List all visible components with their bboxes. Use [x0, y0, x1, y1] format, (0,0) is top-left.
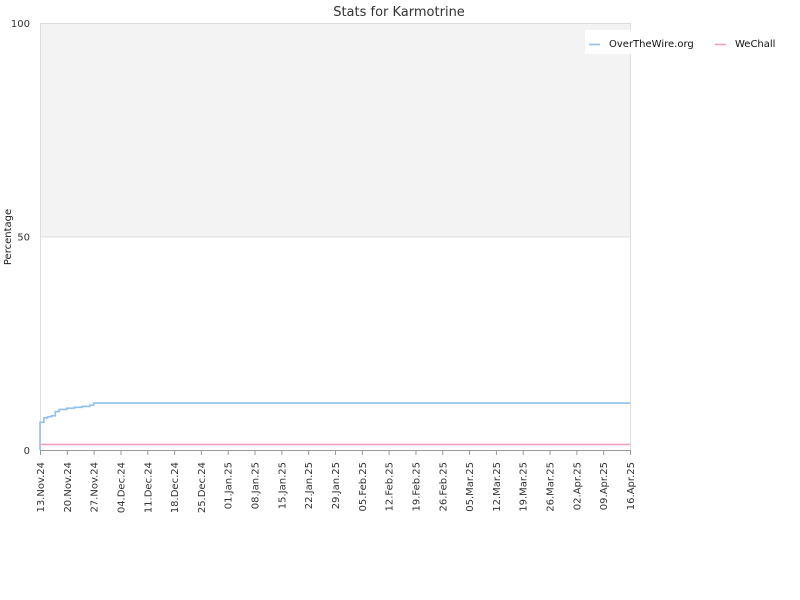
x-tick-label: 12.Mar.25	[492, 462, 503, 512]
x-tick-label: 27.Nov.24	[90, 462, 101, 513]
x-tick-label: 26.Feb.25	[438, 462, 449, 512]
x-tick-label: 04.Dec.24	[116, 462, 127, 513]
x-tick-label: 05.Mar.25	[465, 462, 476, 512]
x-tick-label: 15.Jan.25	[277, 462, 288, 509]
x-tick-label: 13.Nov.24	[36, 462, 47, 513]
y-axis-label: Percentage	[3, 209, 14, 265]
x-tick-label: 19.Mar.25	[519, 462, 530, 512]
chart: 0 50 100 13.Nov.24 20.Nov.24 27.Nov.24 04.Dec.…	[0, 0, 800, 600]
y-tick-label: 0	[24, 446, 30, 457]
chart-title: Stats for Karmotrine	[333, 5, 465, 20]
x-tick-label: 11.Dec.24	[143, 462, 154, 513]
plot-band-upper	[40, 23, 630, 237]
x-tick-label: 18.Dec.24	[170, 462, 181, 513]
x-tick-label: 20.Nov.24	[63, 462, 74, 513]
x-tick-label: 29.Jan.25	[331, 462, 342, 509]
x-tick-label: 12.Feb.25	[385, 462, 396, 512]
x-tick-label: 26.Mar.25	[546, 462, 557, 512]
x-tick-label: 01.Jan.25	[224, 462, 235, 509]
x-tick-label: 08.Jan.25	[251, 462, 262, 509]
x-tick-label: 05.Feb.25	[358, 462, 369, 512]
x-tick-label: 09.Apr.25	[599, 462, 610, 510]
y-tick-label: 50	[17, 233, 30, 244]
x-tick-label: 19.Feb.25	[411, 462, 422, 512]
legend-label: WeChall	[735, 39, 775, 50]
y-tick-label: 100	[11, 19, 30, 30]
x-tick-label: 02.Apr.25	[572, 462, 583, 510]
legend-label: OverTheWire.org	[609, 39, 694, 50]
x-tick-label: 25.Dec.24	[197, 462, 208, 513]
x-tick-label: 22.Jan.25	[304, 462, 315, 509]
x-tick-label: 16.Apr.25	[626, 462, 637, 510]
legend: OverTheWire.org WeChall	[585, 30, 782, 54]
